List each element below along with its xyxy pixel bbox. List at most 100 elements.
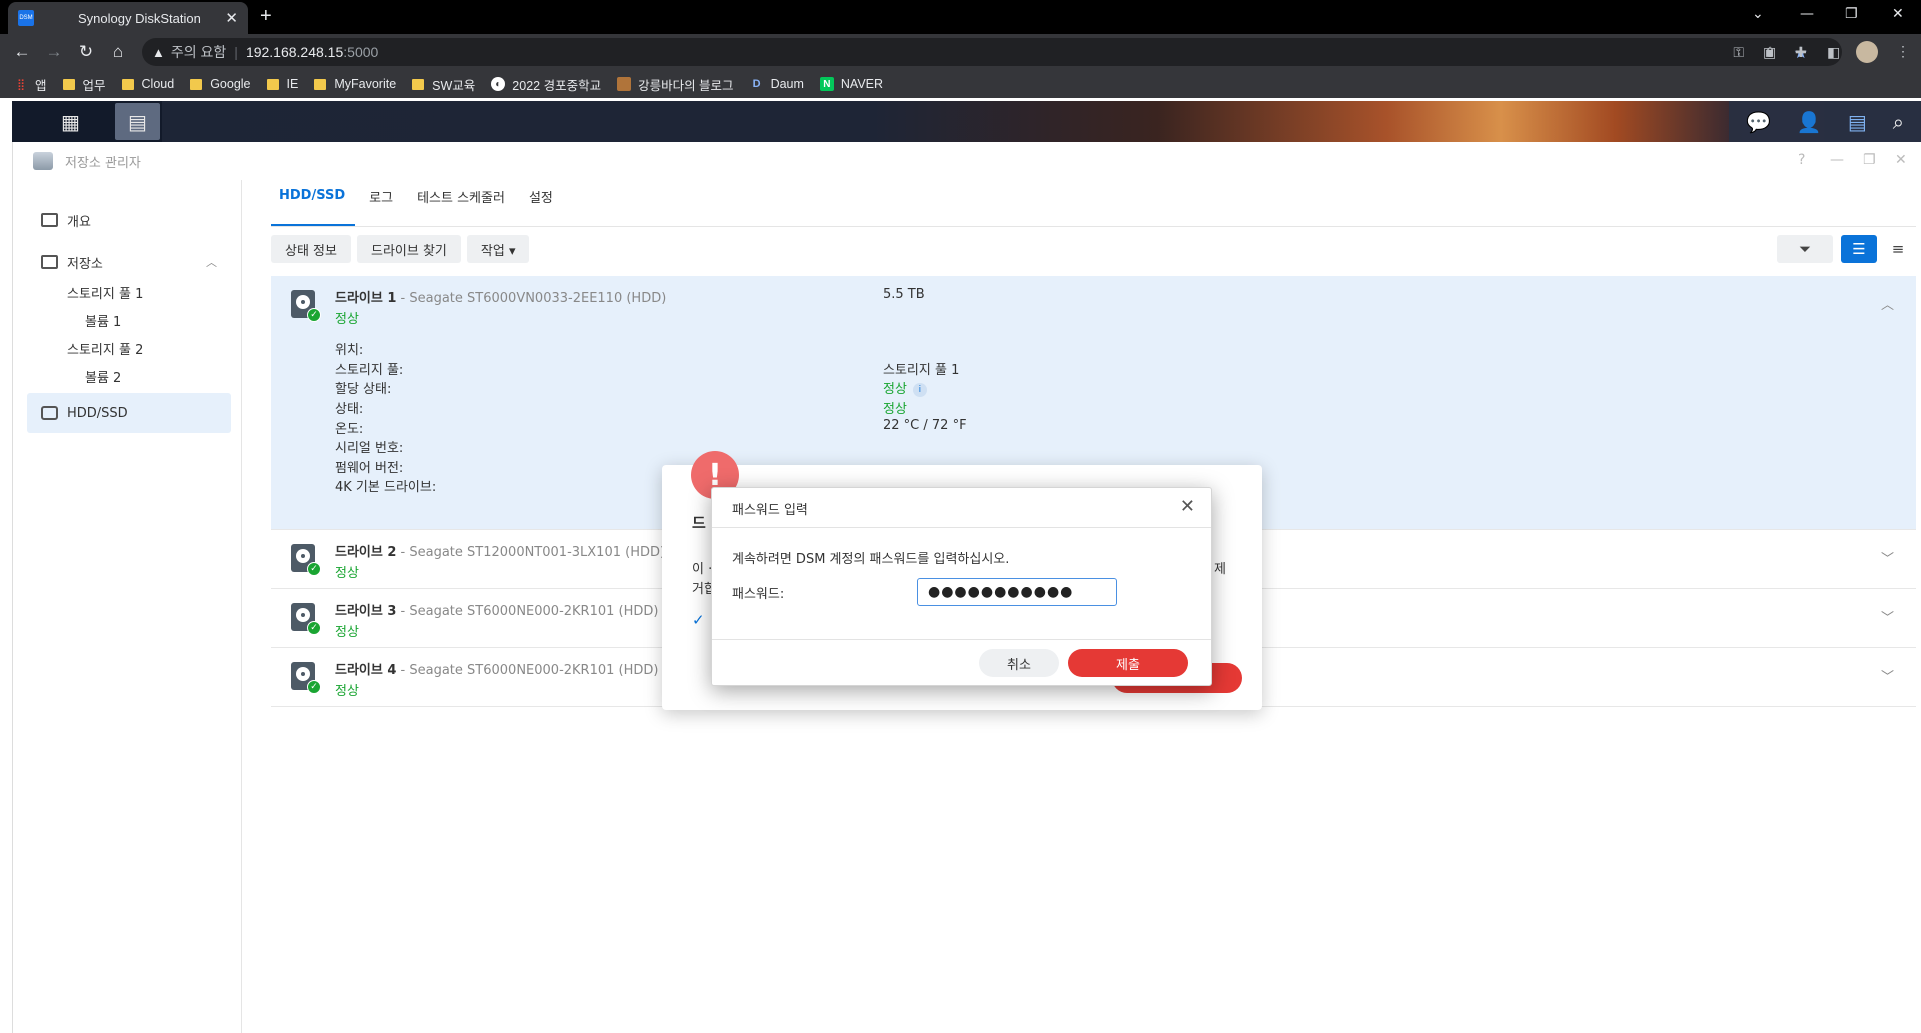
dsm-favicon-icon: DSM: [18, 10, 34, 26]
chevron-up-icon[interactable]: ︿: [206, 254, 217, 270]
help-icon[interactable]: ?: [1798, 152, 1805, 168]
drive-name: 드라이브 4 - Seagate ST6000NE000-2KR101 (HDD…: [335, 663, 659, 678]
sidebar-item-storage-pool-1[interactable]: 스토리지 풀 1: [27, 277, 231, 307]
new-tab-icon[interactable]: +: [260, 5, 272, 28]
submit-button[interactable]: 제출: [1068, 649, 1188, 677]
close-tab-icon[interactable]: ✕: [225, 9, 238, 27]
sidebar-item-storage[interactable]: 저장소 ︿: [27, 242, 231, 282]
info-icon[interactable]: i: [912, 382, 927, 397]
cancel-button[interactable]: 취소: [979, 649, 1059, 677]
chevron-down-icon[interactable]: ﹀: [1881, 607, 1894, 626]
hdd-icon: [41, 406, 58, 420]
url-host: 192.168.248.15: [245, 44, 344, 60]
bookmark-label: IE: [286, 77, 299, 91]
list-view-icon[interactable]: ≡: [1883, 235, 1913, 263]
folder-icon: [190, 78, 203, 90]
window-title: 저장소 관리자: [65, 155, 141, 171]
address-bar[interactable]: ▲ 주의 요함 | 192.168.248.15 :5000 ⚿ ⇪ ★: [142, 38, 1842, 66]
prop-label: 위치:: [335, 343, 364, 358]
password-label: 패스워드:: [732, 587, 785, 602]
forward-icon[interactable]: →: [38, 42, 70, 62]
password-input[interactable]: [917, 578, 1117, 606]
bookmark-folder-google[interactable]: Google: [190, 77, 251, 91]
bookmark-label: 앱: [35, 78, 47, 93]
sidebar-item-overview[interactable]: 개요: [27, 200, 231, 240]
bookmark-folder-myfavorite[interactable]: MyFavorite: [314, 77, 396, 91]
key-icon[interactable]: ⚿: [1733, 44, 1744, 61]
bookmark-apps[interactable]: ⣿ 앱: [14, 75, 47, 94]
divider: [712, 639, 1211, 640]
main-menu-icon[interactable]: ▦: [48, 103, 93, 140]
temperature-value: 22 °C / 72 °F: [883, 418, 967, 433]
drive-name: 드라이브 1 - Seagate ST6000VN0033-2EE110 (HD…: [335, 291, 667, 306]
drive-status: 정상: [335, 566, 359, 581]
chevron-down-icon[interactable]: ﹀: [1881, 666, 1894, 685]
bookmark-school[interactable]: ◐ 2022 경포중학교: [491, 75, 601, 94]
notification-icon[interactable]: 💬: [1746, 110, 1771, 134]
close-window-button-icon[interactable]: ✕: [1895, 152, 1907, 168]
close-icon[interactable]: ✕: [1180, 496, 1195, 517]
daum-icon: D: [749, 77, 764, 91]
bookmark-label: Cloud: [141, 77, 175, 91]
sidebar-item-label: 스토리지 풀 2: [67, 342, 144, 358]
search-icon[interactable]: ⌕: [1893, 110, 1904, 134]
folder-icon: [121, 78, 134, 90]
allocation-value: 정상 i: [883, 378, 927, 397]
allocation-text: 정상: [883, 382, 907, 397]
bookmark-folder-ie[interactable]: IE: [266, 77, 299, 91]
tab-test-scheduler[interactable]: 테스트 스케줄러: [409, 179, 515, 226]
bookmark-folder-sw[interactable]: SW교육: [412, 75, 475, 94]
dsm-taskbar: ▦ ▤ 💬 👤 ▤ ⌕: [12, 101, 1921, 142]
maximize-window-icon[interactable]: ❐: [1863, 152, 1876, 168]
user-icon[interactable]: 👤: [1797, 110, 1822, 134]
action-toolbar: 상태 정보 드라이브 찾기 작업 ▾: [271, 235, 535, 263]
extensions-icon[interactable]: ✚: [1795, 44, 1807, 61]
sidebar-item-volume-1[interactable]: 볼륨 1: [27, 305, 231, 335]
storage-manager-task-icon[interactable]: ▤: [115, 103, 160, 140]
browser-tab[interactable]: DSM Synology DiskStation ✕: [8, 2, 248, 34]
side-panel-icon[interactable]: ◧: [1827, 44, 1840, 61]
menu-icon[interactable]: ⋮: [1896, 43, 1910, 60]
close-window-icon[interactable]: ✕: [1892, 6, 1904, 22]
prop-label: 스토리지 풀:: [335, 363, 404, 378]
home-icon[interactable]: ⌂: [102, 42, 134, 62]
bookmark-label: 2022 경포중학교: [512, 78, 602, 93]
sidebar-item-volume-2[interactable]: 볼륨 2: [27, 361, 231, 391]
tab-search-icon[interactable]: ⌄: [1752, 6, 1764, 22]
bookmark-naver[interactable]: N NAVER: [819, 77, 883, 91]
chevron-up-icon[interactable]: ︿: [1881, 294, 1894, 313]
reload-icon[interactable]: ↻: [70, 42, 102, 62]
bookmark-label: Daum: [770, 77, 804, 91]
tab-settings[interactable]: 설정: [521, 179, 563, 226]
bookmark-folder-work[interactable]: 업무: [62, 75, 106, 94]
back-icon[interactable]: ←: [6, 42, 38, 62]
bookmark-daum[interactable]: D Daum: [749, 77, 804, 91]
sidebar-item-hdd-ssd[interactable]: HDD/SSD: [27, 393, 231, 433]
restore-icon[interactable]: ❐: [1845, 6, 1858, 22]
filter-icon[interactable]: ⏷: [1777, 235, 1833, 263]
security-label[interactable]: 주의 요함: [171, 42, 226, 62]
check-badge-icon: ✓: [307, 562, 321, 576]
browser-toolbar: ← → ↻ ⌂ ▲ 주의 요함 | 192.168.248.15 :5000 ⚿…: [0, 34, 1921, 70]
tab-log[interactable]: 로그: [361, 179, 403, 226]
profile-avatar[interactable]: [1856, 41, 1878, 63]
prop-label: 상태:: [335, 402, 364, 417]
taskbar-right: 💬 👤 ▤ ⌕: [1729, 101, 1921, 142]
chevron-down-icon[interactable]: ﹀: [1881, 548, 1894, 567]
detail-view-icon[interactable]: ☰: [1841, 235, 1877, 263]
blog-icon: [617, 77, 632, 91]
check-badge-icon: ✓: [307, 621, 321, 635]
folder-icon: [62, 78, 75, 90]
tab-hdd-ssd[interactable]: HDD/SSD: [271, 179, 356, 226]
widgets-icon[interactable]: ▤: [1848, 110, 1867, 134]
find-drive-button[interactable]: 드라이브 찾기: [356, 235, 461, 263]
checkbox-checked-icon[interactable]: ✓: [692, 611, 708, 629]
extension-print-icon[interactable]: ▣: [1763, 44, 1776, 61]
minimize-icon[interactable]: —: [1800, 6, 1814, 22]
minimize-window-icon[interactable]: —: [1830, 152, 1844, 168]
bookmark-folder-cloud[interactable]: Cloud: [121, 77, 175, 91]
status-info-button[interactable]: 상태 정보: [271, 235, 351, 263]
sidebar-item-storage-pool-2[interactable]: 스토리지 풀 2: [27, 333, 231, 363]
bookmark-blog[interactable]: 강릉바다의 블로그: [617, 75, 734, 94]
action-dropdown-button[interactable]: 작업 ▾: [466, 235, 530, 263]
